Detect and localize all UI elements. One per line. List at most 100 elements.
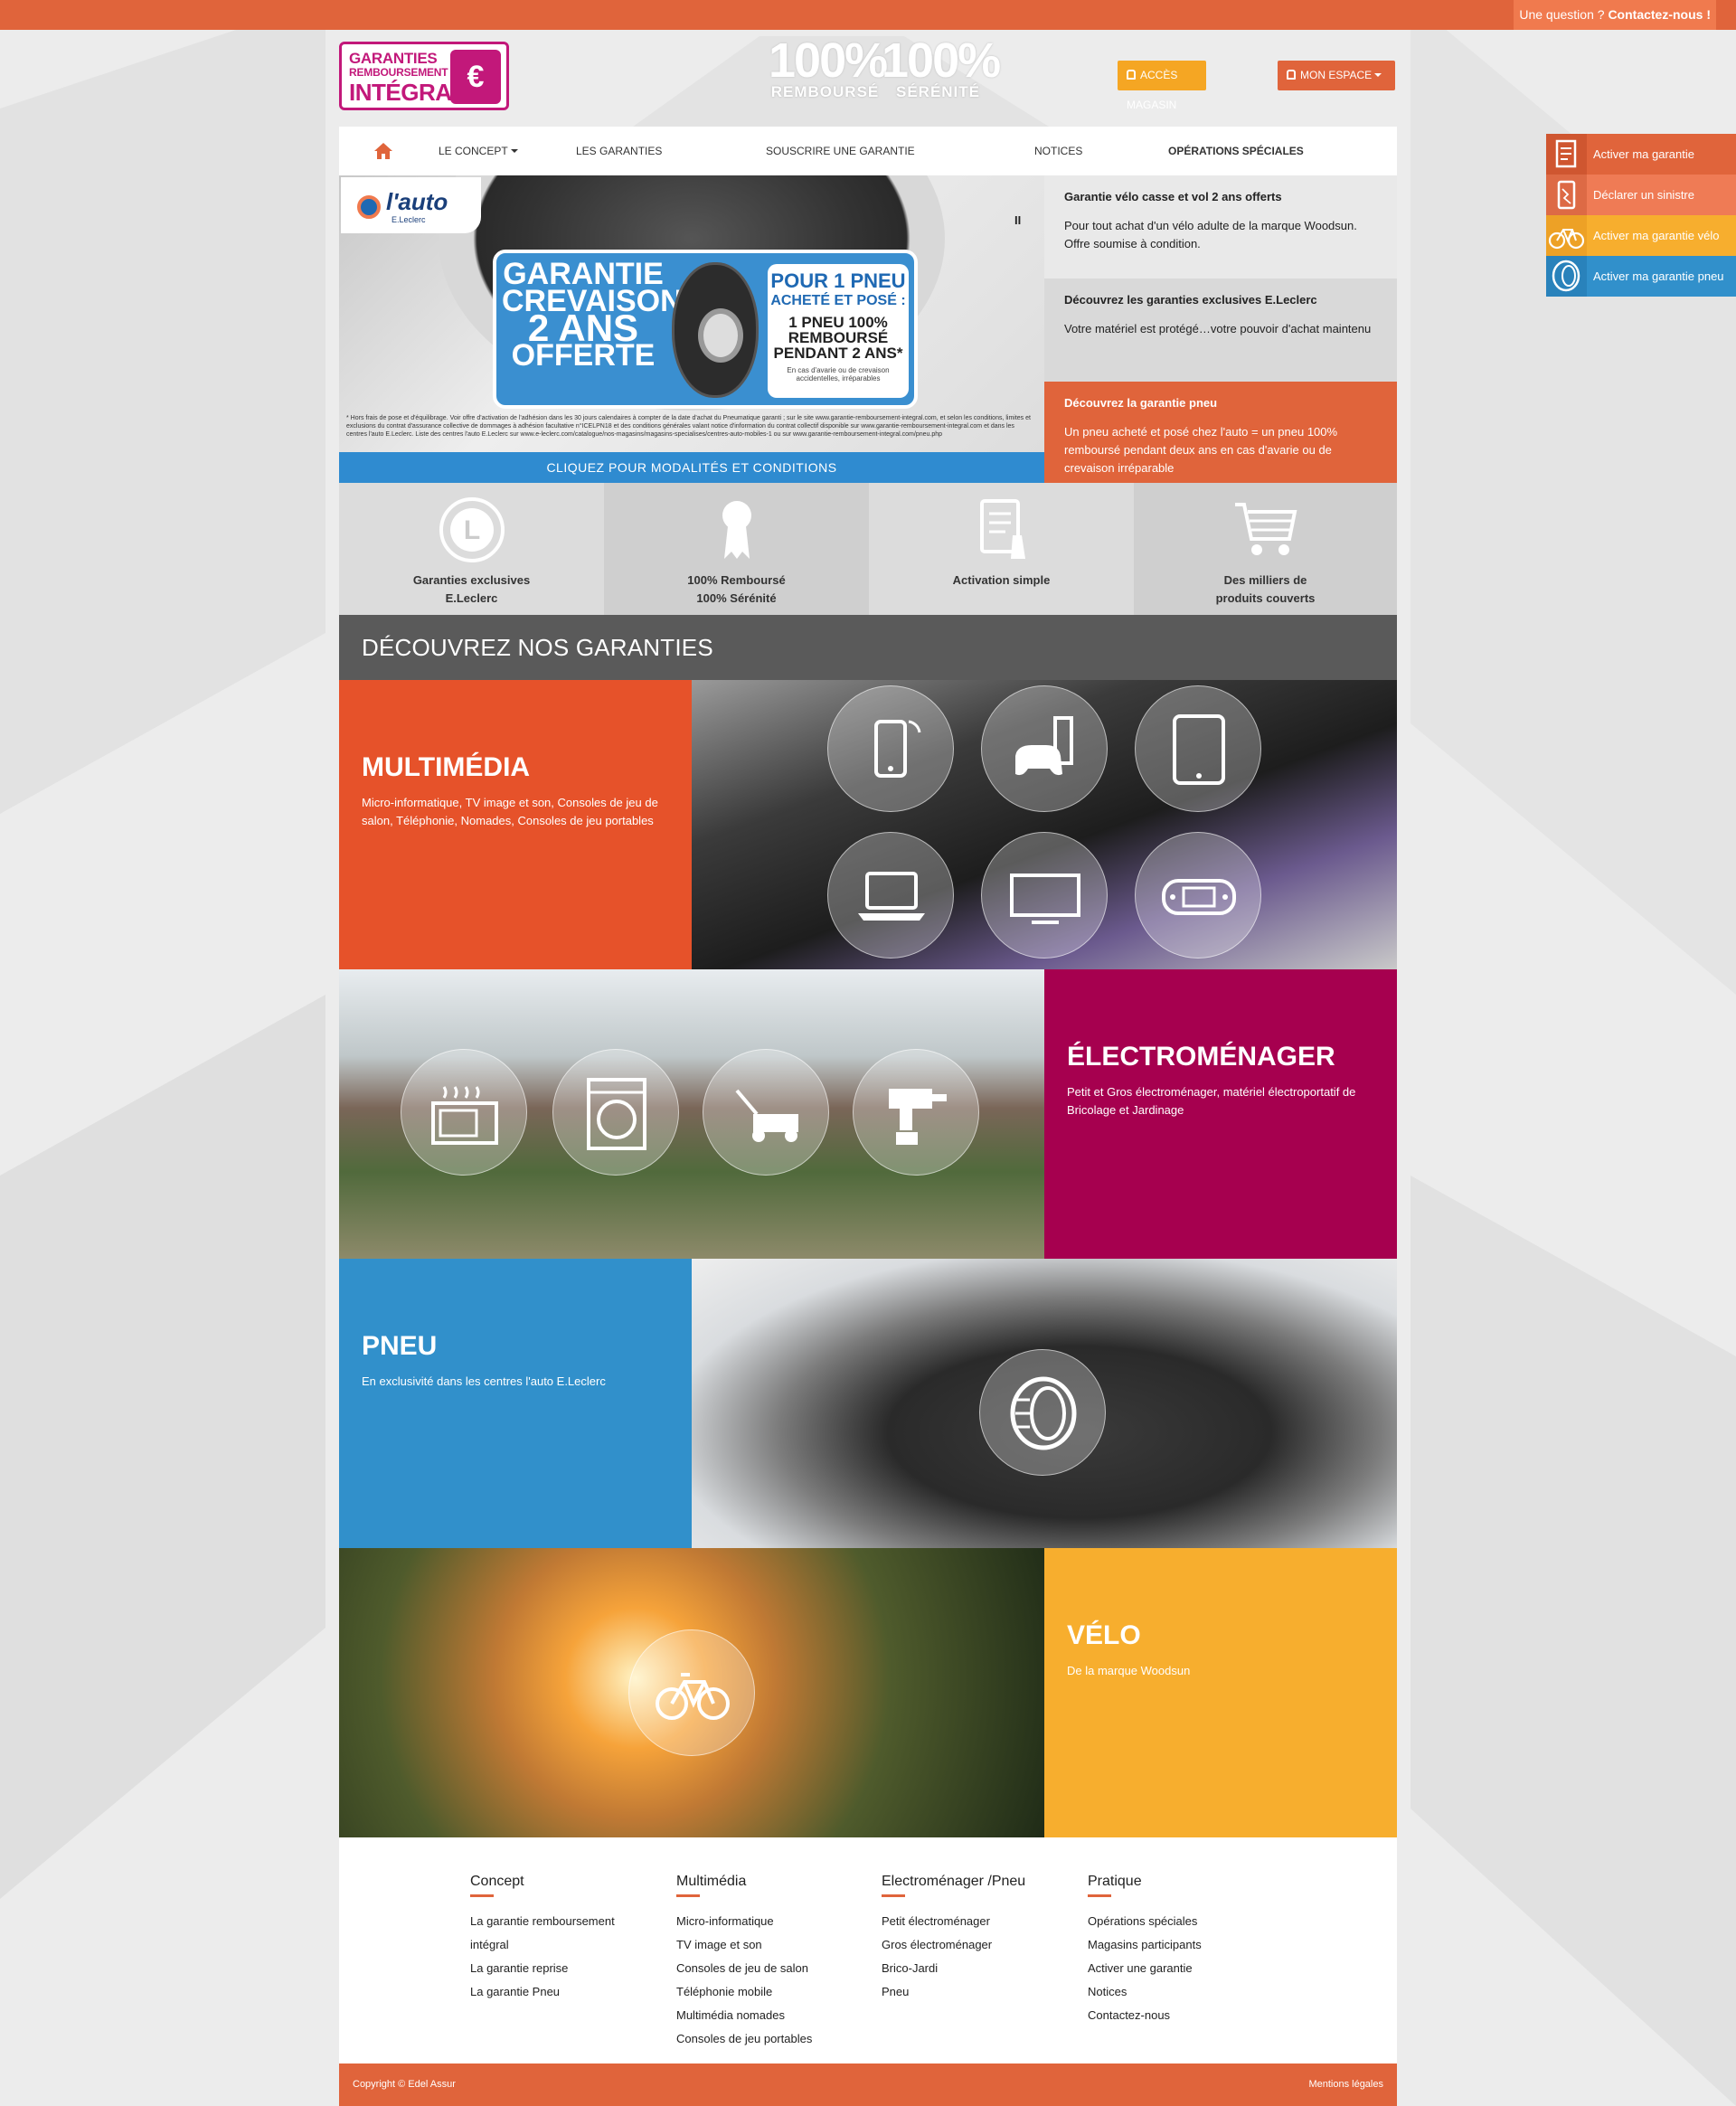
promo-left: GARANTIE CREVAISON 2 ANS OFFERTE <box>502 259 683 373</box>
pause-icon[interactable]: II <box>1014 213 1021 227</box>
category-image <box>339 969 1044 1259</box>
euro-icon: € <box>450 50 501 104</box>
hero-fine-print: * Hors frais de pose et d'équilibrage. V… <box>346 415 1031 438</box>
handheld-console-icon[interactable] <box>1135 832 1261 959</box>
footer-link[interactable]: Multimédia nomades <box>676 2004 875 2027</box>
footer-link[interactable]: intégral <box>470 1933 669 1957</box>
chevron-down-icon <box>510 149 518 153</box>
feature-produits: Des milliers de produits couverts <box>1134 483 1397 615</box>
footer-col-pratique: Pratique Opérations spéciales Magasins p… <box>1088 1874 1287 2027</box>
promo-rembourse: 1 PNEU 100% REMBOURSÉ PENDANT 2 ANS* <box>773 314 903 362</box>
feature-line1: Garanties exclusives <box>412 573 531 587</box>
category-title: ÉLECTROMÉNAGER <box>1067 1042 1335 1072</box>
nav-notices[interactable]: NOTICES <box>1034 127 1082 175</box>
slogan-right-big: 100% <box>882 33 1001 88</box>
hero-conditions-link[interactable]: CLIQUEZ POUR MODALITÉS ET CONDITIONS <box>339 452 1044 483</box>
footer-link[interactable]: La garantie Pneu <box>470 1980 669 2004</box>
slogan-left-big: 100% <box>769 33 888 88</box>
footer-link[interactable]: Opérations spéciales <box>1088 1910 1287 1933</box>
declare-claim-label: Déclarer un sinistre <box>1593 188 1694 202</box>
bicycle-icon <box>1546 215 1587 256</box>
category-electromenager[interactable]: ÉLECTROMÉNAGER Petit et Gros électroménag… <box>339 969 1397 1259</box>
footer-link[interactable]: Brico-Jardi <box>882 1957 1080 1980</box>
side-item-pneu[interactable]: Découvrez la garantie pneu Un pneu acheté… <box>1044 382 1397 483</box>
lock-icon <box>1127 70 1136 80</box>
category-velo[interactable]: VÉLO De la marque Woodsun <box>339 1548 1397 1837</box>
nav-souscrire[interactable]: SOUSCRIRE UNE GARANTIE <box>766 127 915 175</box>
footer-col-title: Concept <box>470 1874 669 1897</box>
footer-link[interactable]: Activer une garantie <box>1088 1957 1287 1980</box>
contact-us-text: Contactez-nous ! <box>1608 7 1711 22</box>
footer-col-electromenager: Electroménager /Pneu Petit électroménage… <box>882 1874 1080 2004</box>
promo-panel: GARANTIE CREVAISON 2 ANS OFFERTE POUR 1 … <box>493 250 918 409</box>
tire-icon <box>1546 256 1587 297</box>
side-item-velo[interactable]: Garantie vélo casse et vol 2 ans offerts… <box>1044 175 1397 279</box>
cart-icon <box>1234 503 1297 555</box>
footer-link[interactable]: Téléphonie mobile <box>676 1980 875 2004</box>
promo-offerte: OFFERTE <box>511 338 656 373</box>
section-title: DÉCOUVREZ NOS GARANTIES <box>339 615 1397 680</box>
promo-achete-pose: ACHETÉ ET POSÉ : <box>770 293 906 308</box>
category-multimedia[interactable]: MULTIMÉDIA Micro-informatique, TV image e… <box>339 680 1397 969</box>
footer-link[interactable]: Magasins participants <box>1088 1933 1287 1957</box>
hero-carousel[interactable]: l'auto E.Leclerc GARANTIE CREVAISON 2 AN… <box>339 175 1044 483</box>
drill-icon[interactable] <box>853 1049 979 1176</box>
activate-tire-warranty-link[interactable]: Activer ma garantie pneu <box>1546 256 1736 297</box>
game-console-icon[interactable] <box>981 685 1108 812</box>
my-space-label: MON ESPACE <box>1300 69 1373 81</box>
category-pneu[interactable]: PNEU En exclusivité dans les centres l'au… <box>339 1259 1397 1548</box>
activate-bike-warranty-link[interactable]: Activer ma garantie vélo <box>1546 215 1736 256</box>
lauto-badge: l'auto E.Leclerc <box>341 177 481 233</box>
laptop-icon[interactable] <box>827 832 954 959</box>
logo-line1: GARANTIES <box>349 50 438 67</box>
site-logo[interactable]: GARANTIES REMBOURSEMENT INTÉGRAL € <box>339 42 509 110</box>
feature-rembourse: 100% Remboursé 100% Sérénité <box>604 483 869 615</box>
footer-link[interactable]: TV image et son <box>676 1933 875 1957</box>
footer-link[interactable]: Petit électroménager <box>882 1910 1080 1933</box>
category-image <box>339 1548 1044 1837</box>
footer-link[interactable]: La garantie reprise <box>470 1957 669 1980</box>
category-text: ÉLECTROMÉNAGER Petit et Gros électroménag… <box>1044 969 1397 1259</box>
legal-mentions-link[interactable]: Mentions légales <box>1308 2064 1383 2106</box>
slogan-right-small: SÉRÉNITÉ <box>895 83 981 100</box>
home-icon[interactable] <box>373 141 393 161</box>
footer-link[interactable]: La garantie remboursement <box>470 1910 669 1933</box>
washing-machine-icon[interactable] <box>552 1049 679 1176</box>
activate-warranty-link[interactable]: Activer ma garantie <box>1546 134 1736 175</box>
category-image <box>692 1259 1397 1548</box>
nav-garanties[interactable]: LES GARANTIES <box>576 127 662 175</box>
category-text: VÉLO De la marque Woodsun <box>1044 1548 1397 1837</box>
footer-link[interactable]: Consoles de jeu portables <box>676 2027 875 2051</box>
category-text: MULTIMÉDIA Micro-informatique, TV image e… <box>339 680 692 969</box>
declare-claim-link[interactable]: Déclarer un sinistre <box>1546 175 1736 215</box>
contact-link[interactable]: Une question ? Contactez-nous ! <box>1514 0 1716 30</box>
footer-link[interactable]: Pneu <box>882 1980 1080 2004</box>
tv-icon[interactable] <box>981 832 1108 959</box>
side-item-exclusives[interactable]: Découvrez les garanties exclusives E.Lec… <box>1044 279 1397 382</box>
promo-pour-1-pneu: POUR 1 PNEU <box>770 269 906 292</box>
lawn-mower-icon[interactable] <box>703 1049 829 1176</box>
ribbon-icon <box>722 501 751 559</box>
my-space-button[interactable]: MON ESPACE <box>1278 61 1395 90</box>
bicycle-icon[interactable] <box>628 1629 755 1756</box>
nav-concept[interactable]: LE CONCEPT <box>439 127 518 175</box>
tablet-icon[interactable] <box>1135 685 1261 812</box>
footer-link[interactable]: Micro-informatique <box>676 1910 875 1933</box>
feature-line1: Des milliers de <box>1223 573 1307 587</box>
tire-icon[interactable] <box>979 1349 1106 1476</box>
top-contact-bar: Une question ? Contactez-nous ! <box>0 0 1736 30</box>
footer-link[interactable]: Contactez-nous <box>1088 2004 1287 2027</box>
feature-line2: E.Leclerc <box>445 591 498 605</box>
smartphone-icon[interactable] <box>827 685 954 812</box>
footer-link[interactable]: Gros électroménager <box>882 1933 1080 1957</box>
store-access-button[interactable]: ACCÈS MAGASIN <box>1118 61 1206 111</box>
microwave-icon[interactable] <box>401 1049 527 1176</box>
footer-col-title: Multimédia <box>676 1874 875 1897</box>
lock-icon <box>1287 70 1296 80</box>
footer-link[interactable]: Notices <box>1088 1980 1287 2004</box>
nav-operations[interactable]: OPÉRATIONS SPÉCIALES <box>1168 127 1304 175</box>
side-item-title: Découvrez les garanties exclusives E.Lec… <box>1064 293 1317 307</box>
footer-link[interactable]: Consoles de jeu de salon <box>676 1957 875 1980</box>
logo-line2: REMBOURSEMENT <box>349 66 448 79</box>
header-slogan: 100% REMBOURSÉ 100% SÉRÉNITÉ <box>764 33 1001 110</box>
